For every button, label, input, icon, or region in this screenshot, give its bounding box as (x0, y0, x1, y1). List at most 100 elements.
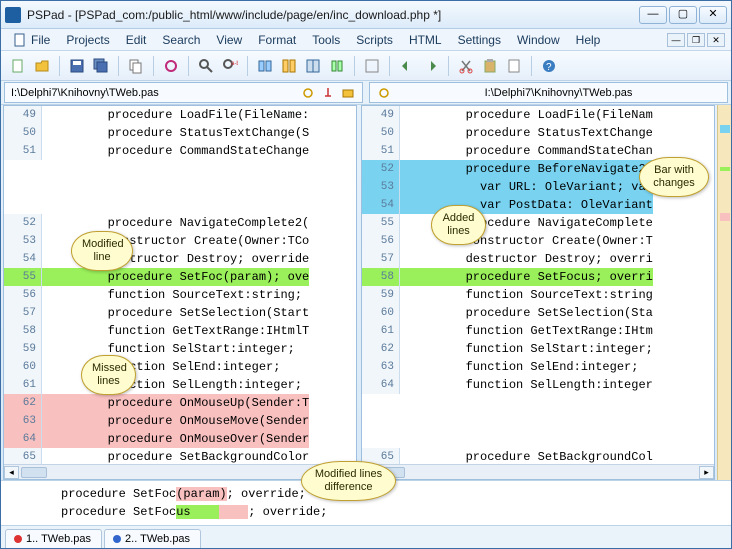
code-row[interactable] (4, 160, 356, 178)
code-row[interactable]: 60 function SelEnd:integer; (4, 358, 356, 376)
left-browse-icon[interactable] (340, 85, 356, 101)
code-row[interactable]: 53 constructor Create(Owner:TCo (4, 232, 356, 250)
line-number: 65 (4, 448, 42, 464)
line-number: 59 (4, 340, 42, 358)
code-row[interactable]: 57 destructor Destroy; overri (362, 250, 714, 268)
menu-tools[interactable]: Tools (306, 31, 346, 49)
sync-scroll-button[interactable] (254, 55, 276, 77)
line-number: 64 (362, 376, 400, 394)
mdi-restore[interactable]: ❐ (687, 33, 705, 47)
save-all-button[interactable] (90, 55, 112, 77)
code-row[interactable]: 50 procedure StatusTextChange (362, 124, 714, 142)
code-row[interactable]: 64 function SelLength:integer (362, 376, 714, 394)
code-row[interactable]: 60 procedure SetSelection(Sta (362, 304, 714, 322)
menu-scripts[interactable]: Scripts (350, 31, 399, 49)
menu-format[interactable]: Format (252, 31, 302, 49)
code-row[interactable]: 59 function SourceText:string (362, 286, 714, 304)
paste-button[interactable] (479, 55, 501, 77)
tab-dot-icon (14, 535, 22, 543)
right-sync-icon[interactable] (376, 85, 392, 101)
menu-projects[interactable]: Projects (60, 31, 115, 49)
tab-tweb1[interactable]: 1.. TWeb.pas (5, 529, 102, 548)
app-window: PSPad - [PSPad_com:/public_html/www/incl… (0, 0, 732, 549)
code-row[interactable]: 65 procedure SetBackgroundCol (362, 448, 714, 464)
prev-diff-button[interactable] (396, 55, 418, 77)
code-row[interactable]: 64 procedure OnMouseOver(Sender (4, 430, 356, 448)
code-row[interactable]: 62 function SelStart:integer; (362, 340, 714, 358)
code-row[interactable]: 50 procedure StatusTextChange(S (4, 124, 356, 142)
open-file-button[interactable] (31, 55, 53, 77)
code-row[interactable]: 58 function GetTextRange:IHtmlT (4, 322, 356, 340)
mdi-minimize[interactable]: — (667, 33, 685, 47)
code-row[interactable]: 56 constructor Create(Owner:T (362, 232, 714, 250)
code-text: destructor Destroy; overri (400, 250, 653, 268)
toggle-view-button[interactable] (361, 55, 383, 77)
code-row[interactable] (4, 178, 356, 196)
find-replace-button[interactable]: a-b (219, 55, 241, 77)
menu-settings[interactable]: Settings (452, 31, 507, 49)
menu-search[interactable]: Search (156, 31, 206, 49)
mdi-close[interactable]: ✕ (707, 33, 725, 47)
code-row[interactable]: 54 var PostData: OleVariant (362, 196, 714, 214)
minimize-button[interactable]: — (639, 6, 667, 24)
code-row[interactable]: 62 procedure OnMouseUp(Sender:T (4, 394, 356, 412)
code-row[interactable]: 51 procedure CommandStateChange (4, 142, 356, 160)
code-row[interactable]: 65 procedure SetBackgroundColor (4, 448, 356, 464)
code-row[interactable]: 55 procedure NavigateComplete (362, 214, 714, 232)
menu-window[interactable]: Window (511, 31, 566, 49)
close-button[interactable]: ✕ (699, 6, 727, 24)
find-button[interactable] (195, 55, 217, 77)
next-diff-button[interactable] (420, 55, 442, 77)
left-editor[interactable]: 49 procedure LoadFile(FileName:50 proced… (3, 105, 357, 480)
code-row[interactable]: 49 procedure LoadFile(FileName: (4, 106, 356, 124)
line-number: 63 (362, 358, 400, 376)
code-row[interactable]: 61 function GetTextRange:IHtm (362, 322, 714, 340)
code-text: procedure SetFoc(param); ove (42, 268, 309, 286)
code-row[interactable]: 59 function SelStart:integer; (4, 340, 356, 358)
code-row[interactable]: 63 function SelEnd:integer; (362, 358, 714, 376)
code-row[interactable] (362, 412, 714, 430)
diff-line-2: procedure SetFocus ; override; (61, 503, 721, 521)
menu-help[interactable]: Help (570, 31, 607, 49)
app-icon (5, 7, 21, 23)
code-row[interactable]: 49 procedure LoadFile(FileNam (362, 106, 714, 124)
merge-button[interactable] (326, 55, 348, 77)
line-number: 53 (362, 178, 400, 196)
menu-view[interactable]: View (210, 31, 248, 49)
left-pin-icon[interactable] (320, 85, 336, 101)
line-number: 63 (4, 412, 42, 430)
menu-file[interactable]: File (7, 31, 56, 49)
line-number: 57 (4, 304, 42, 322)
pathbar: I:\Delphi7\Knihovny\TWeb.pas I:\Delphi7\… (1, 81, 731, 105)
menu-html[interactable]: HTML (403, 31, 448, 49)
tab-tweb2[interactable]: 2.. TWeb.pas (104, 529, 201, 548)
right-hscroll[interactable]: ◂▸ (362, 464, 714, 479)
help-button[interactable]: ? (538, 55, 560, 77)
maximize-button[interactable]: ▢ (669, 6, 697, 24)
cut-button[interactable] (455, 55, 477, 77)
code-row[interactable]: 52 procedure NavigateComplete2( (4, 214, 356, 232)
tool-button-1[interactable] (160, 55, 182, 77)
code-row[interactable] (362, 394, 714, 412)
code-row[interactable]: 57 procedure SetSelection(Start (4, 304, 356, 322)
code-row[interactable]: 55 procedure SetFoc(param); ove (4, 268, 356, 286)
code-row[interactable]: 56 function SourceText:string; (4, 286, 356, 304)
code-row[interactable] (362, 430, 714, 448)
code-row[interactable] (4, 196, 356, 214)
code-row[interactable]: 54 destructor Destroy; override (4, 250, 356, 268)
save-button[interactable] (66, 55, 88, 77)
code-row[interactable]: 58 procedure SetFocus; overri (362, 268, 714, 286)
clipboard-button[interactable] (503, 55, 525, 77)
change-bar[interactable] (717, 105, 731, 480)
menu-edit[interactable]: Edit (120, 31, 153, 49)
left-sync-icon[interactable] (300, 85, 316, 101)
code-row[interactable]: 61 function SelLength:integer; (4, 376, 356, 394)
diff-button[interactable] (302, 55, 324, 77)
code-row[interactable]: 63 procedure OnMouseMove(Sender (4, 412, 356, 430)
compare-button[interactable] (278, 55, 300, 77)
code-text: procedure LoadFile(FileName: (42, 106, 309, 124)
left-code-area[interactable]: 49 procedure LoadFile(FileName:50 proced… (4, 106, 356, 464)
new-file-button[interactable] (7, 55, 29, 77)
copy-button[interactable] (125, 55, 147, 77)
code-text: procedure StatusTextChange(S (42, 124, 309, 142)
